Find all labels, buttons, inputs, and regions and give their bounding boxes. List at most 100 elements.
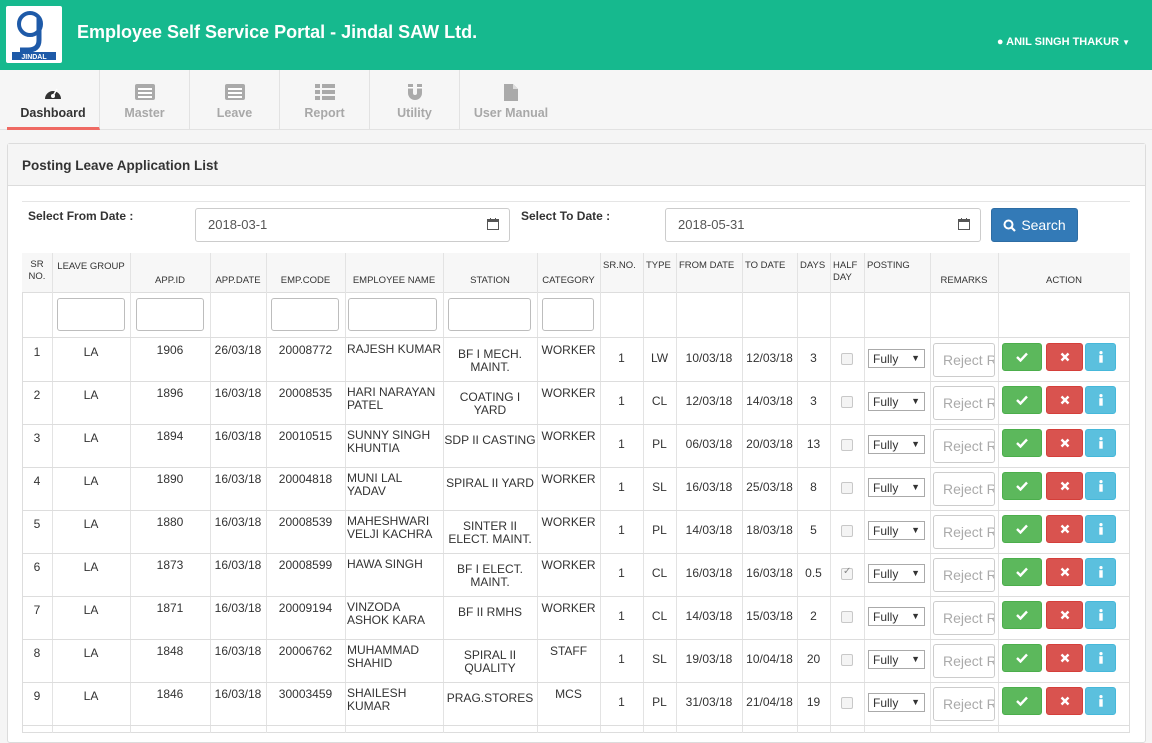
half-day-checkbox[interactable] xyxy=(841,697,853,709)
leave-group-cell: LA xyxy=(83,517,99,531)
reject-button[interactable] xyxy=(1046,472,1083,500)
calendar-icon[interactable] xyxy=(958,218,970,230)
reject-button[interactable] xyxy=(1046,601,1083,629)
posting-select[interactable]: Fully ▼ xyxy=(868,693,925,712)
reject-remarks-input[interactable]: Reject Remarks xyxy=(933,429,995,463)
approve-button[interactable] xyxy=(1002,558,1042,586)
approve-button[interactable] xyxy=(1002,515,1042,543)
approve-button[interactable] xyxy=(1002,687,1042,715)
employee-name-cell: HAWA SINGH xyxy=(347,557,423,571)
reject-button[interactable] xyxy=(1046,343,1083,371)
days-cell: 8 xyxy=(810,480,817,494)
reject-button[interactable] xyxy=(1046,386,1083,414)
reject-remarks-input[interactable]: Reject Remarks xyxy=(933,343,995,377)
reject-remarks-input[interactable]: Reject Remarks xyxy=(933,601,995,635)
approve-button[interactable] xyxy=(1002,386,1042,414)
reject-remarks-input[interactable]: Reject Remarks xyxy=(933,472,995,506)
check-icon xyxy=(1016,567,1028,577)
info-button[interactable] xyxy=(1085,601,1116,629)
column-filter-input[interactable] xyxy=(136,298,204,331)
reject-button[interactable] xyxy=(1046,429,1083,457)
column-filter-input[interactable] xyxy=(542,298,594,331)
column-filter-input[interactable] xyxy=(448,298,531,331)
sr-no-cell: 7 xyxy=(33,603,41,617)
posting-select[interactable]: Fully ▼ xyxy=(868,349,925,368)
half-day-checkbox[interactable] xyxy=(841,654,853,666)
reject-remarks-input[interactable]: Reject Remarks xyxy=(933,515,995,549)
approve-button[interactable] xyxy=(1002,472,1042,500)
posting-select[interactable]: Fully ▼ xyxy=(868,650,925,669)
chevron-down-icon: ▼ xyxy=(911,568,920,578)
info-button[interactable] xyxy=(1085,687,1116,715)
info-button[interactable] xyxy=(1085,472,1116,500)
user-menu[interactable]: ● ANIL SINGH THAKUR ▼ xyxy=(997,36,1130,48)
column-header: REMARKS xyxy=(940,275,988,286)
caret-down-icon: ▼ xyxy=(1122,38,1130,47)
tab-dashboard[interactable]: Dashboard xyxy=(7,70,100,130)
reject-button[interactable] xyxy=(1046,515,1083,543)
posting-select-value: Fully xyxy=(873,524,899,538)
approve-button[interactable] xyxy=(1002,429,1042,457)
calendar-icon[interactable] xyxy=(487,218,499,230)
half-day-checkbox[interactable] xyxy=(841,353,853,365)
to-date-value: 2018-05-31 xyxy=(678,217,745,232)
close-icon xyxy=(1060,610,1069,620)
list-icon xyxy=(134,84,155,100)
half-day-checkbox[interactable]: ✓ xyxy=(841,566,853,580)
chevron-down-icon: ▼ xyxy=(911,353,920,363)
reject-remarks-input[interactable]: Reject Remarks xyxy=(933,687,995,721)
employee-name-cell: HARI NARAYAN PATEL xyxy=(347,385,436,412)
info-button[interactable] xyxy=(1085,644,1116,672)
to-date-cell: 25/03/18 xyxy=(746,480,793,494)
reject-button[interactable] xyxy=(1046,687,1083,715)
reject-remarks-input[interactable]: Reject Remarks xyxy=(933,644,995,678)
tab-utility[interactable]: Utility xyxy=(370,70,460,130)
info-button[interactable] xyxy=(1085,343,1116,371)
half-day-checkbox[interactable] xyxy=(841,396,853,408)
reject-remarks-input[interactable]: Reject Remarks xyxy=(933,386,995,420)
info-button[interactable] xyxy=(1085,515,1116,543)
from-date-cell: 14/03/18 xyxy=(685,609,733,623)
info-icon xyxy=(1098,652,1103,664)
posting-select-value: Fully xyxy=(873,481,899,495)
posting-select[interactable]: Fully ▼ xyxy=(868,521,925,540)
station-cell: BF I ELECT. MAINT. xyxy=(456,562,524,589)
reject-button[interactable] xyxy=(1046,644,1083,672)
half-day-checkbox[interactable] xyxy=(841,439,853,451)
close-icon xyxy=(1060,524,1069,534)
to-date-input[interactable]: 2018-05-31 xyxy=(665,208,981,242)
tab-leave[interactable]: Leave xyxy=(190,70,280,130)
approve-button[interactable] xyxy=(1002,343,1042,371)
posting-select[interactable]: Fully ▼ xyxy=(868,564,925,583)
half-day-checkbox[interactable] xyxy=(841,525,853,537)
info-button[interactable] xyxy=(1085,429,1116,457)
column-header: APP.DATE xyxy=(215,275,261,286)
grid-list-icon xyxy=(314,84,335,100)
column-filter-input[interactable] xyxy=(271,298,339,331)
tab-report[interactable]: Report xyxy=(280,70,370,130)
posting-select[interactable]: Fully ▼ xyxy=(868,392,925,411)
info-button[interactable] xyxy=(1085,386,1116,414)
tab-master[interactable]: Master xyxy=(100,70,190,130)
column-header: LEAVE GROUP xyxy=(57,261,125,272)
approve-button[interactable] xyxy=(1002,601,1042,629)
posting-select[interactable]: Fully ▼ xyxy=(868,607,925,626)
half-day-checkbox[interactable] xyxy=(841,611,853,623)
app-id-cell: 1894 xyxy=(156,429,184,443)
search-button[interactable]: Search xyxy=(991,208,1078,242)
column-header: CATEGORY xyxy=(542,275,595,286)
column-filter-input[interactable] xyxy=(348,298,437,331)
station-cell: BF I MECH. MAINT. xyxy=(457,347,522,374)
posting-select[interactable]: Fully ▼ xyxy=(868,435,925,454)
column-filter-input[interactable] xyxy=(57,298,125,331)
approve-button[interactable] xyxy=(1002,644,1042,672)
info-button[interactable] xyxy=(1085,558,1116,586)
reject-button[interactable] xyxy=(1046,558,1083,586)
app-date-cell: 16/03/18 xyxy=(214,644,262,658)
info-icon xyxy=(1098,351,1103,363)
posting-select[interactable]: Fully ▼ xyxy=(868,478,925,497)
from-date-input[interactable]: 2018-03-1 xyxy=(195,208,510,242)
reject-remarks-input[interactable]: Reject Remarks xyxy=(933,558,995,592)
tab-user-manual[interactable]: User Manual xyxy=(460,70,562,130)
half-day-checkbox[interactable] xyxy=(841,482,853,494)
